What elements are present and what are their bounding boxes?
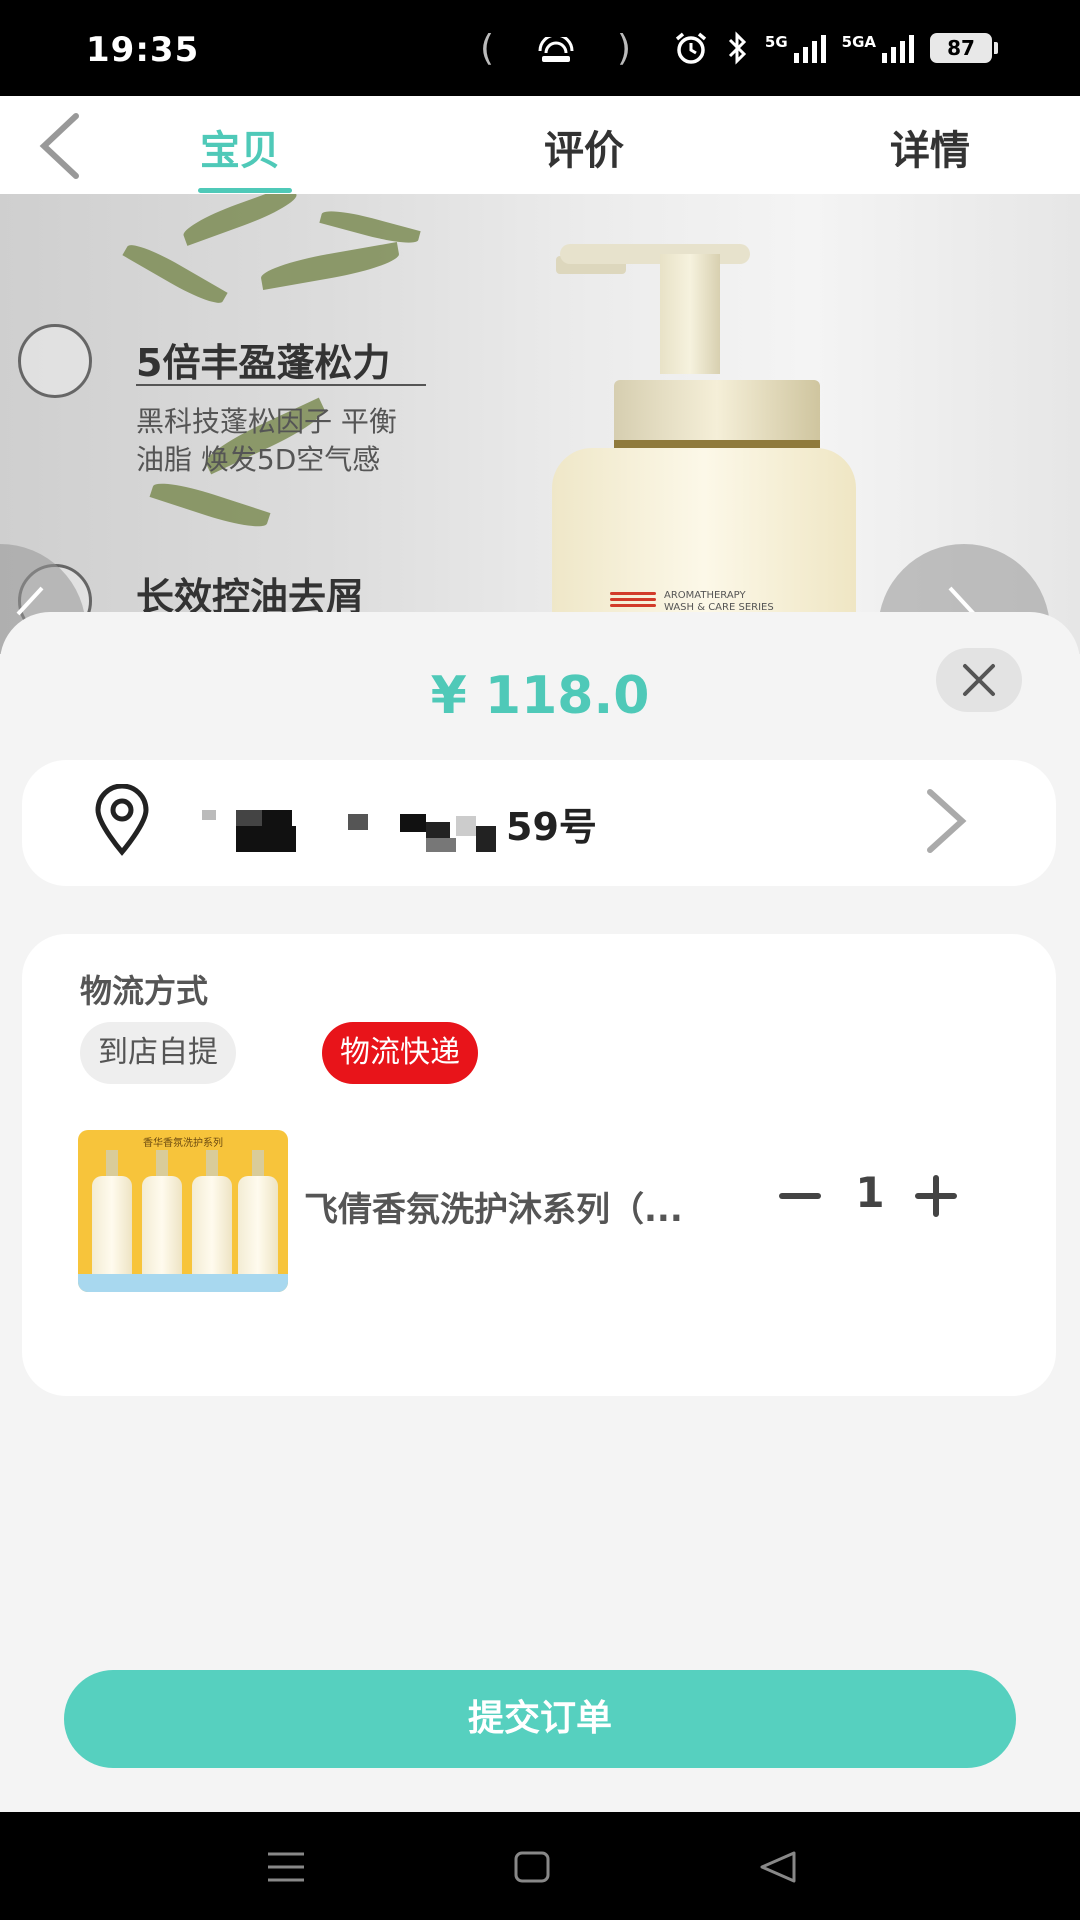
bottle-collar bbox=[614, 380, 820, 446]
signal2-label: 5GA bbox=[841, 33, 876, 51]
bottle-cap bbox=[560, 244, 750, 264]
leaf-decoration bbox=[149, 475, 271, 535]
screen: 19:35 ( ) 5G 5GA 87 宝贝 评价 详情 5倍丰盈蓬松力 黑科技… bbox=[0, 0, 1080, 1920]
bottle-label-line1: AROMATHERAPY bbox=[664, 590, 746, 601]
hotspot-bracket-right: ) bbox=[616, 28, 631, 69]
tab-reviews[interactable]: 评价 bbox=[544, 118, 624, 176]
logistics-option-pickup[interactable]: 到店自提 bbox=[80, 1022, 236, 1084]
order-sheet: ¥ 118.0 59号 物流方式 到店自提 物流快递 香华香氛洗护系列 飞倩香氛… bbox=[0, 612, 1080, 1812]
address-text: 59号 bbox=[506, 805, 597, 849]
banner-divider bbox=[136, 384, 426, 386]
leaf-decoration bbox=[122, 237, 228, 311]
logistics-title: 物流方式 bbox=[80, 972, 209, 1010]
chevron-right-icon bbox=[927, 789, 967, 853]
bluetooth-icon bbox=[728, 31, 747, 65]
home-icon[interactable] bbox=[510, 1850, 554, 1884]
close-button[interactable] bbox=[936, 648, 1022, 712]
leaf-decoration bbox=[319, 205, 421, 249]
plus-icon[interactable] bbox=[906, 1166, 966, 1226]
bottle-collar-ring bbox=[614, 440, 820, 448]
active-tab-indicator bbox=[198, 188, 292, 193]
banner-feature1-title: 5倍丰盈蓬松力 bbox=[136, 341, 391, 385]
logistics-option-express[interactable]: 物流快递 bbox=[322, 1022, 478, 1084]
submit-order-button[interactable]: 提交订单 bbox=[64, 1670, 1016, 1768]
product-name: 飞倩香氛洗护沐系列（... bbox=[304, 1190, 683, 1230]
location-pin-icon bbox=[95, 784, 149, 856]
price: ¥ 118.0 bbox=[430, 666, 650, 726]
tab-baby[interactable]: 宝贝 bbox=[200, 118, 280, 176]
address-redacted bbox=[202, 804, 502, 854]
signal-icon-2: 5GA bbox=[842, 33, 914, 63]
hotspot-indicator: ( ) bbox=[480, 28, 631, 69]
signal1-label: 5G bbox=[764, 33, 788, 51]
brand-logo bbox=[610, 592, 656, 610]
system-nav-bar bbox=[0, 1812, 1080, 1920]
bottle-neck bbox=[660, 254, 720, 374]
status-bar: 19:35 ( ) 5G 5GA 87 bbox=[0, 0, 1080, 96]
address-selector[interactable]: 59号 bbox=[22, 760, 1056, 886]
product-thumbnail: 香华香氛洗护系列 bbox=[78, 1130, 288, 1292]
thumb-title: 香华香氛洗护系列 bbox=[143, 1138, 223, 1149]
signal-icon: 5G bbox=[765, 33, 826, 63]
close-icon bbox=[963, 664, 995, 696]
tab-details[interactable]: 详情 bbox=[890, 118, 970, 176]
top-nav: 宝贝 评价 详情 bbox=[0, 96, 1080, 194]
battery-icon: 87 bbox=[930, 33, 998, 63]
drop-icon bbox=[18, 324, 92, 398]
back-icon[interactable] bbox=[756, 1850, 800, 1884]
leaf-decoration bbox=[179, 194, 301, 246]
banner-feature1-line1: 黑科技蓬松因子 平衡 bbox=[136, 405, 397, 438]
quantity-value: 1 bbox=[855, 1168, 885, 1217]
back-arrow-icon[interactable] bbox=[30, 110, 100, 180]
hotspot-bracket-left: ( bbox=[480, 28, 495, 69]
banner-feature1-line2: 油脂 焕发5D空气感 bbox=[136, 443, 381, 476]
menu-icon[interactable] bbox=[264, 1850, 308, 1884]
order-card: 物流方式 到店自提 物流快递 香华香氛洗护系列 飞倩香氛洗护沐系列（... 1 bbox=[22, 934, 1056, 1396]
product-banner[interactable]: 5倍丰盈蓬松力 黑科技蓬松因子 平衡 油脂 焕发5D空气感 长效控油去屑 ARO… bbox=[0, 194, 1080, 654]
hotspot-icon bbox=[538, 37, 573, 62]
minus-icon[interactable] bbox=[770, 1166, 830, 1226]
bottle-label: AROMATHERAPY WASH & CARE SERIES bbox=[664, 590, 774, 614]
alarm-icon bbox=[675, 32, 707, 64]
status-icons: 5G 5GA 87 bbox=[673, 30, 998, 66]
leaf-decoration bbox=[258, 242, 402, 290]
status-time: 19:35 bbox=[86, 30, 200, 70]
